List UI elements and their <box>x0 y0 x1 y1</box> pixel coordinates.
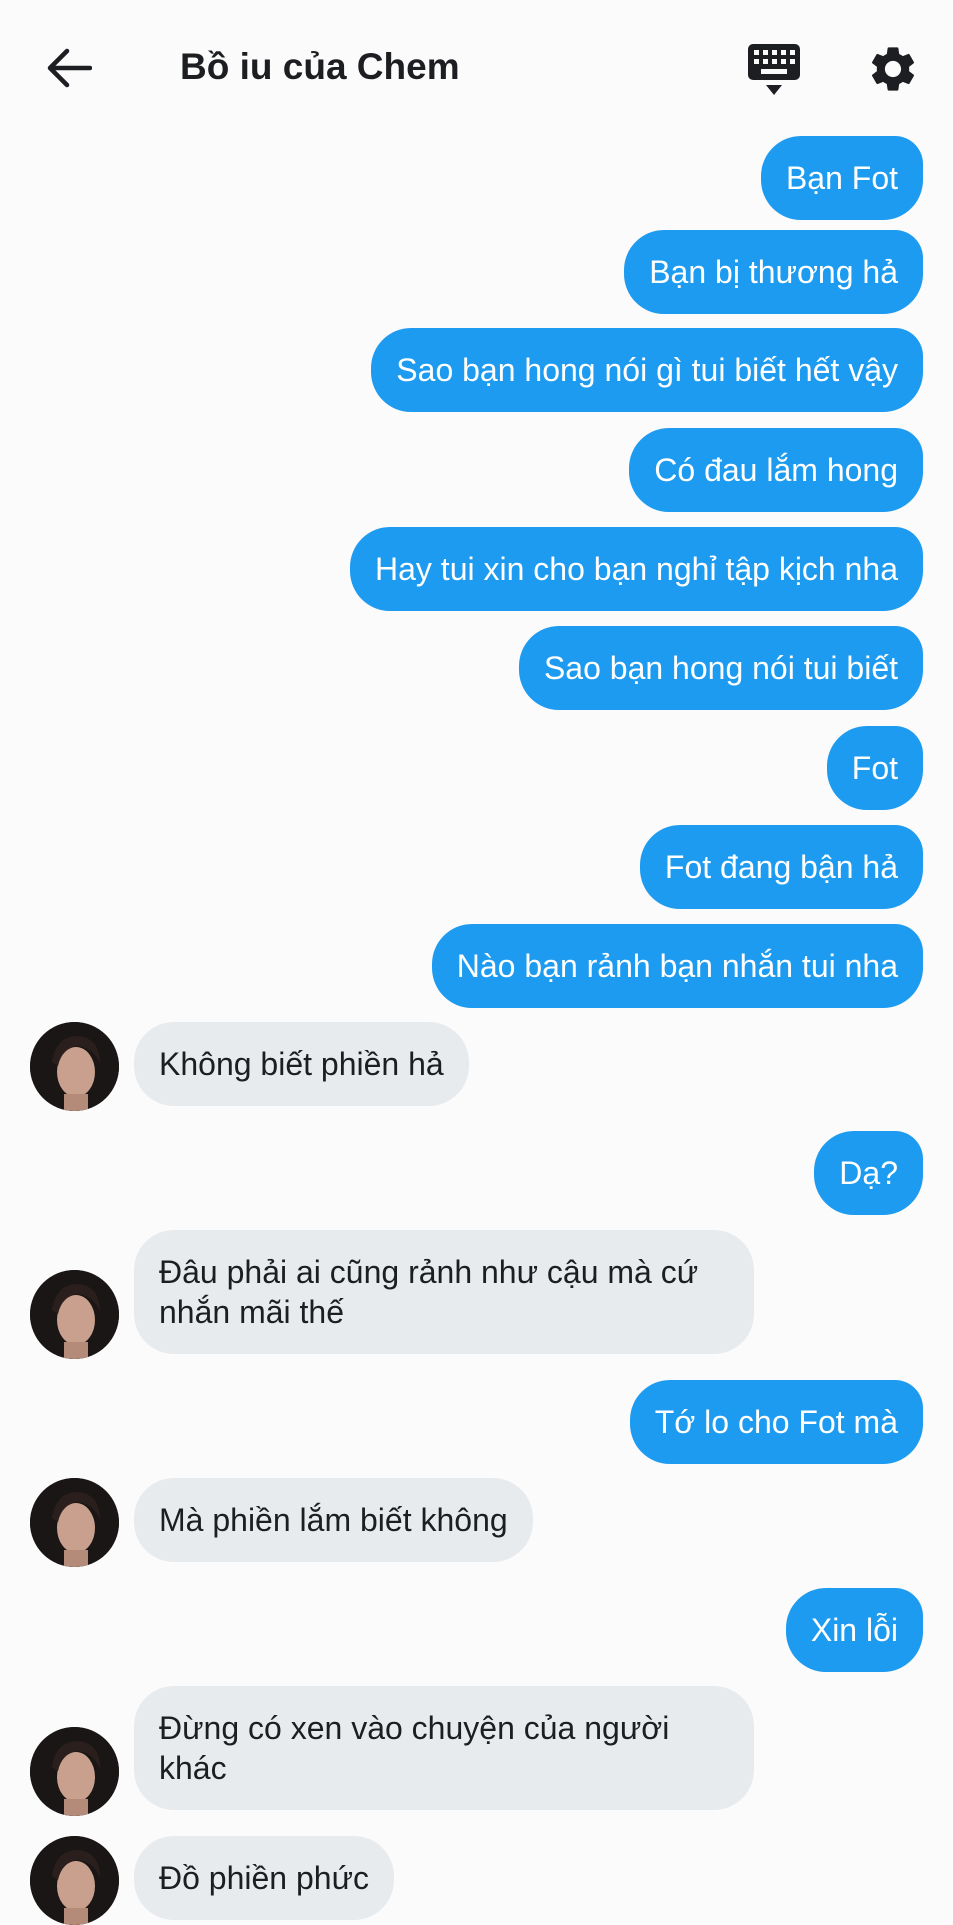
settings-button[interactable] <box>866 42 920 96</box>
outgoing-message[interactable]: Xin lỗi <box>785 1588 923 1672</box>
incoming-message[interactable]: Không biết phiền hả <box>134 1022 469 1106</box>
keyboard-icon <box>748 44 800 95</box>
message-list: Bạn Fot Bạn bị thương hả Sao bạn hong nó… <box>0 0 953 1925</box>
outgoing-message[interactable]: Có đau lắm hong <box>629 428 923 512</box>
keyboard-button[interactable] <box>746 42 804 98</box>
outgoing-message[interactable]: Fot <box>826 726 923 810</box>
incoming-message[interactable]: Mà phiền lắm biết không <box>134 1478 533 1562</box>
avatar-photo-icon <box>30 1022 119 1111</box>
outgoing-message[interactable]: Tớ lo cho Fot mà <box>629 1380 923 1464</box>
avatar[interactable] <box>30 1022 119 1111</box>
outgoing-message[interactable]: Sao bạn hong nói gì tui biết hết vậy <box>371 328 923 412</box>
outgoing-message[interactable]: Bạn bị thương hả <box>624 230 923 314</box>
outgoing-message[interactable]: Bạn Fot <box>760 136 923 220</box>
back-button[interactable] <box>40 44 98 92</box>
incoming-message[interactable]: Đồ phiền phức <box>134 1836 394 1920</box>
avatar[interactable] <box>30 1270 119 1359</box>
avatar-photo-icon <box>30 1836 119 1925</box>
incoming-message[interactable]: Đâu phải ai cũng rảnh như cậu mà cứ nhắn… <box>134 1230 754 1354</box>
outgoing-message[interactable]: Nào bạn rảnh bạn nhắn tui nha <box>431 924 923 1008</box>
avatar-photo-icon <box>30 1727 119 1816</box>
outgoing-message[interactable]: Sao bạn hong nói tui biết <box>518 626 923 710</box>
avatar-photo-icon <box>30 1478 119 1567</box>
gear-icon <box>871 47 915 91</box>
outgoing-message[interactable]: Hay tui xin cho bạn nghỉ tập kịch nha <box>350 527 923 611</box>
avatar[interactable] <box>30 1836 119 1925</box>
avatar[interactable] <box>30 1727 119 1816</box>
outgoing-message[interactable]: Fot đang bận hả <box>639 825 923 909</box>
arrow-left-icon <box>47 48 92 88</box>
chat-header: Bồ iu của Chem <box>0 0 953 134</box>
avatar-photo-icon <box>30 1270 119 1359</box>
page-title: Bồ iu của Chem <box>180 46 460 87</box>
outgoing-message[interactable]: Dạ? <box>814 1131 923 1215</box>
incoming-message[interactable]: Đừng có xen vào chuyện của người khác <box>134 1686 754 1810</box>
avatar[interactable] <box>30 1478 119 1567</box>
